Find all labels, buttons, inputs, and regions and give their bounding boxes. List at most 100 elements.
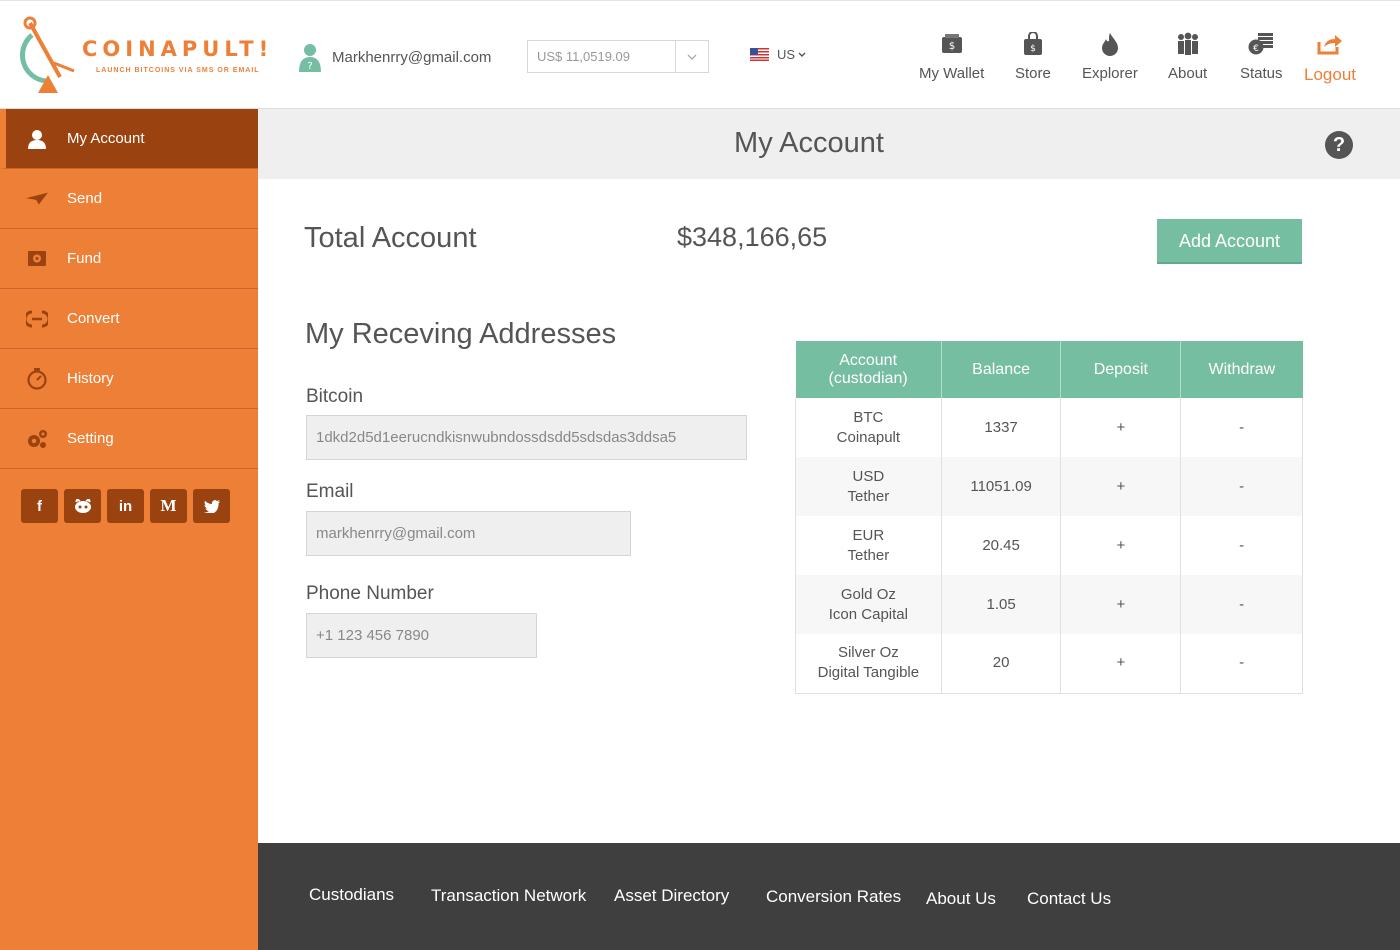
- footer: Custodians Transaction Network Asset Dir…: [258, 843, 1400, 950]
- account-cell: BTC Coinapult: [795, 398, 942, 457]
- footer-link-asset-directory[interactable]: Asset Directory: [614, 886, 729, 906]
- footer-link-custodians[interactable]: Custodians: [309, 885, 394, 905]
- custodian-name: Coinapult: [836, 428, 901, 446]
- help-icon[interactable]: ?: [1325, 131, 1353, 159]
- deposit-button[interactable]: +: [1060, 634, 1182, 694]
- account-cell: USD Tether: [795, 457, 942, 516]
- logout-icon: [1317, 31, 1343, 57]
- user-profile[interactable]: ? Markhenrry@gmail.com: [298, 39, 491, 75]
- account-name: Silver Oz: [837, 644, 899, 662]
- nav-explorer[interactable]: Explorer: [1082, 31, 1138, 82]
- linkedin-icon[interactable]: in: [107, 489, 144, 523]
- withdraw-button[interactable]: -: [1180, 398, 1303, 457]
- language-label: US: [777, 47, 796, 62]
- language-selector[interactable]: US: [750, 47, 806, 62]
- sidebar-item-my-account[interactable]: My Account: [0, 109, 258, 169]
- account-cell: Gold Oz Icon Capital: [795, 575, 942, 634]
- account-name: BTC: [853, 408, 884, 426]
- custodian-name: Tether: [847, 546, 890, 564]
- sidebar-item-label: Setting: [67, 430, 114, 447]
- svg-text:$: $: [948, 41, 954, 52]
- email-field[interactable]: markhenrry@gmail.com: [306, 511, 631, 556]
- logo-tagline: LAUNCH BITCOINS VIA SMS OR EMAIL: [96, 67, 260, 74]
- svg-text:$: $: [1030, 44, 1036, 54]
- balance-cell: 1.05: [941, 575, 1062, 634]
- footer-link-conversion-rates[interactable]: Conversion Rates: [766, 887, 901, 907]
- github-icon[interactable]: [64, 489, 101, 523]
- medium-icon[interactable]: M: [150, 489, 187, 523]
- sidebar-item-setting[interactable]: Setting: [0, 409, 258, 469]
- footer-link-about-us[interactable]: About Us: [926, 889, 996, 909]
- sidebar-item-history[interactable]: History: [0, 349, 258, 409]
- nav-label: Status: [1240, 65, 1283, 82]
- balance-dropdown[interactable]: US$ 11,0519.09: [527, 40, 709, 73]
- us-flag-icon: [750, 48, 769, 61]
- add-account-button[interactable]: Add Account: [1157, 219, 1302, 264]
- chevron-down-icon[interactable]: [675, 41, 708, 72]
- people-icon: [1175, 31, 1201, 57]
- withdraw-button[interactable]: -: [1180, 516, 1303, 575]
- stopwatch-icon: [26, 367, 48, 390]
- chevron-down-icon: [798, 52, 806, 57]
- bitcoin-label: Bitcoin: [306, 386, 364, 407]
- withdraw-button[interactable]: -: [1180, 634, 1303, 694]
- phone-field[interactable]: +1 123 456 7890: [306, 613, 537, 658]
- svg-text:?: ?: [307, 61, 312, 72]
- user-icon: ?: [299, 44, 321, 72]
- twitter-icon[interactable]: [193, 489, 230, 523]
- shopping-bag-icon: $: [1020, 31, 1046, 57]
- total-account-label: Total Account: [304, 222, 477, 254]
- account-cell: Silver Oz Digital Tangible: [795, 634, 942, 694]
- sidebar-item-label: Convert: [67, 310, 120, 327]
- table-row: Gold Oz Icon Capital 1.05 + -: [795, 575, 1303, 634]
- withdraw-button[interactable]: -: [1180, 575, 1303, 634]
- nav-about[interactable]: About: [1168, 31, 1207, 82]
- deposit-button[interactable]: +: [1060, 516, 1182, 575]
- nav-logout[interactable]: Logout: [1304, 31, 1356, 85]
- top-header: COINAPULT! LAUNCH BITCOINS VIA SMS OR EM…: [0, 0, 1400, 109]
- sidebar-item-label: History: [67, 370, 114, 387]
- deposit-button[interactable]: +: [1060, 398, 1182, 457]
- sidebar-item-fund[interactable]: Fund: [0, 229, 258, 289]
- balance-cell: 11051.09: [941, 457, 1062, 516]
- bitcoin-address-field[interactable]: 1dkd2d5d1eerucndkisnwubndossdsdd5sdsdas3…: [306, 415, 747, 460]
- logo[interactable]: COINAPULT! LAUNCH BITCOINS VIA SMS OR EM…: [20, 15, 268, 97]
- nav-label: Logout: [1304, 65, 1356, 84]
- nav-my-wallet[interactable]: $ My Wallet: [919, 31, 984, 82]
- balance-cell: 1337: [941, 398, 1062, 457]
- phone-label: Phone Number: [306, 583, 434, 604]
- sidebar: My Account Send Fund Convert History Set…: [0, 109, 258, 950]
- custodian-name: Tether: [847, 487, 890, 505]
- deposit-button[interactable]: +: [1060, 457, 1182, 516]
- user-icon: [26, 128, 48, 150]
- facebook-icon[interactable]: f: [21, 489, 58, 523]
- paper-plane-icon: [26, 188, 48, 210]
- withdraw-button[interactable]: -: [1180, 457, 1303, 516]
- convert-icon: [26, 308, 48, 330]
- coins-icon: €: [1248, 31, 1274, 57]
- account-cell: EUR Tether: [795, 516, 942, 575]
- email-label: Email: [306, 481, 354, 502]
- nav-label: Explorer: [1082, 65, 1138, 82]
- sidebar-item-convert[interactable]: Convert: [0, 289, 258, 349]
- table-header-row: Account (custodian) Balance Deposit Withd…: [795, 341, 1303, 398]
- nav-store[interactable]: $ Store: [1015, 31, 1051, 82]
- column-header-account: Account (custodian): [795, 341, 942, 398]
- deposit-button[interactable]: +: [1060, 575, 1182, 634]
- account-name: EUR: [852, 526, 885, 544]
- sidebar-item-send[interactable]: Send: [0, 169, 258, 229]
- catapult-logo-icon: [20, 16, 75, 93]
- flame-icon: [1097, 31, 1123, 57]
- receiving-addresses-title: My Receving Addresses: [305, 318, 617, 350]
- column-header-withdraw: Withdraw: [1180, 341, 1303, 398]
- footer-link-contact-us[interactable]: Contact Us: [1027, 889, 1111, 909]
- footer-link-transaction-network[interactable]: Transaction Network: [431, 886, 586, 906]
- nav-label: My Wallet: [919, 65, 985, 82]
- sidebar-item-label: My Account: [67, 130, 145, 147]
- nav-status[interactable]: € Status: [1240, 31, 1283, 82]
- custodian-name: Icon Capital: [828, 605, 908, 623]
- custodian-name: Digital Tangible: [817, 664, 920, 682]
- total-account-value: $348,166,65: [677, 222, 828, 252]
- page-header: My Account ?: [258, 109, 1400, 179]
- safe-icon: [26, 248, 48, 270]
